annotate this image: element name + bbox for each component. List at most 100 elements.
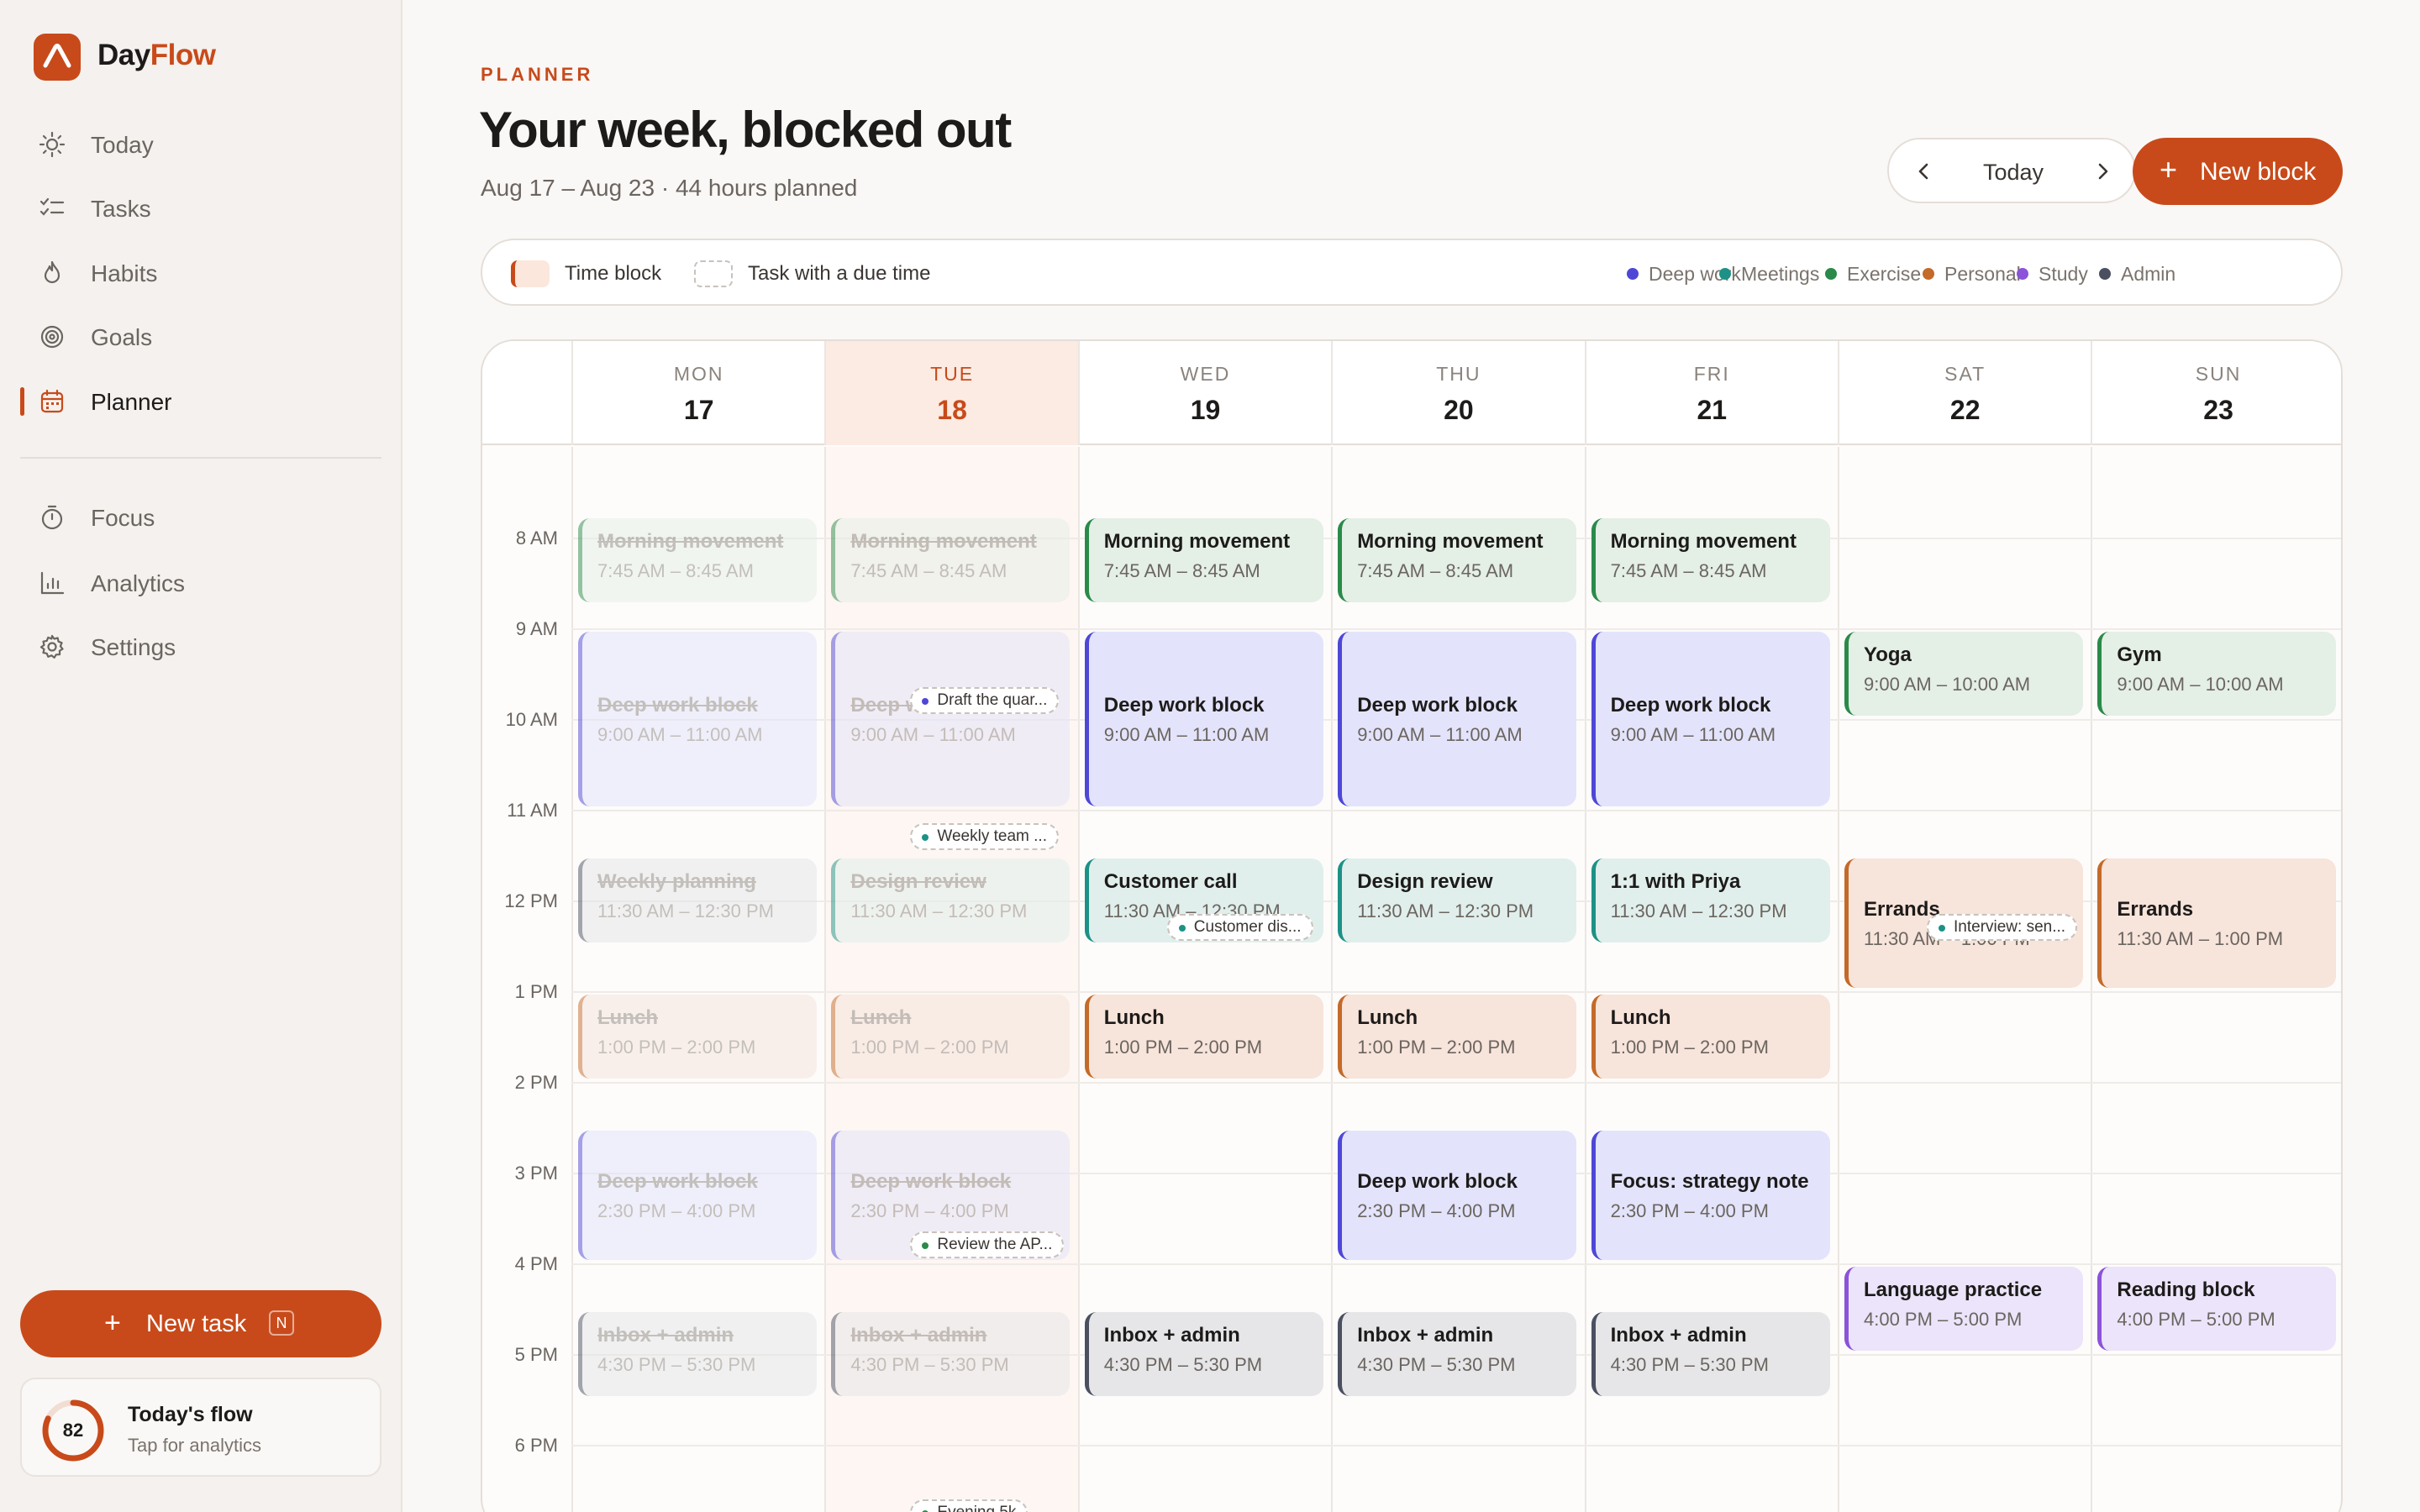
- block-time: 4:30 PM – 5:30 PM: [1103, 1354, 1263, 1375]
- time-block[interactable]: Design review 11:30 AM – 12:30 PM: [1338, 858, 1577, 942]
- block-time: 2:30 PM – 4:00 PM: [850, 1200, 1009, 1221]
- task-pill[interactable]: Review the AP...: [910, 1231, 1065, 1259]
- sidebar: DayFlow Today Tasks Habits Goals Planner…: [0, 0, 402, 1512]
- category-dot: [1719, 268, 1731, 280]
- day-name: TUE: [930, 363, 975, 385]
- time-block[interactable]: Morning movement 7:45 AM – 8:45 AM: [1084, 518, 1323, 602]
- time-block[interactable]: Lunch 1:00 PM – 2:00 PM: [1338, 995, 1577, 1079]
- nav-goals[interactable]: Goals: [20, 311, 381, 363]
- nav-tasks[interactable]: Tasks: [20, 182, 381, 234]
- time-block[interactable]: Deep work block 2:30 PM – 4:00 PM: [578, 1131, 817, 1260]
- legend-task: Task with a due time: [748, 262, 931, 285]
- task-label: Draft the quar...: [937, 691, 1048, 710]
- nav-label: Focus: [91, 505, 155, 531]
- nav-planner[interactable]: Planner: [20, 375, 381, 428]
- time-block[interactable]: Morning movement 7:45 AM – 8:45 AM: [831, 518, 1071, 602]
- time-block[interactable]: Design review 11:30 AM – 12:30 PM: [831, 858, 1071, 942]
- day-header[interactable]: MON 17: [571, 341, 824, 445]
- block-time: 7:45 AM – 8:45 AM: [1103, 560, 1260, 581]
- new-task-button[interactable]: + New task N: [20, 1290, 381, 1357]
- day-header[interactable]: FRI 21: [1584, 341, 1838, 445]
- task-dot: [922, 1242, 929, 1250]
- day-header[interactable]: WED 19: [1077, 341, 1331, 445]
- block-time: 9:00 AM – 11:00 AM: [1103, 724, 1270, 745]
- time-block[interactable]: Lunch 1:00 PM – 2:00 PM: [578, 995, 817, 1079]
- time-block[interactable]: Weekly planning 11:30 AM – 12:30 PM: [578, 858, 817, 942]
- block-title: Focus: strategy note: [1610, 1170, 1809, 1193]
- plus-icon: +: [104, 1307, 121, 1339]
- day-name: FRI: [1693, 363, 1730, 385]
- time-block[interactable]: Inbox + admin 4:30 PM – 5:30 PM: [1084, 1312, 1323, 1396]
- legend-category: Study: [2017, 263, 2088, 286]
- page-title: Your week, blocked out: [479, 102, 1012, 158]
- time-block[interactable]: Morning movement 7:45 AM – 8:45 AM: [1338, 518, 1577, 602]
- time-block[interactable]: Deep work block 2:30 PM – 4:00 PM: [1338, 1131, 1577, 1260]
- time-block[interactable]: Inbox + admin 4:30 PM – 5:30 PM: [578, 1312, 817, 1396]
- shortcut-key: N: [269, 1310, 294, 1336]
- block-title: Reading block: [2117, 1278, 2255, 1301]
- task-pill[interactable]: Weekly team ...: [910, 823, 1059, 851]
- time-block[interactable]: Deep work block9:00 AM – 11:00 AM: [578, 632, 817, 806]
- calendar-header: MON 17 TUE 18 WED 19 THU 20 FRI 21 SAT 22 SUN 23: [482, 341, 2341, 445]
- new-block-button[interactable]: + New block: [2133, 138, 2343, 205]
- time-block[interactable]: Deep work block9:00 AM – 11:00 AM: [1084, 632, 1323, 806]
- time-block[interactable]: Inbox + admin 4:30 PM – 5:30 PM: [1591, 1312, 1830, 1396]
- calendar-icon: [40, 389, 64, 413]
- day-date: 17: [683, 395, 714, 425]
- nav-analytics[interactable]: Analytics: [20, 557, 381, 609]
- block-time: 4:30 PM – 5:30 PM: [597, 1354, 756, 1375]
- nav-habits[interactable]: Habits: [20, 247, 381, 299]
- task-label: Review the AP...: [937, 1236, 1053, 1254]
- hour-label: 3 PM: [514, 1163, 558, 1184]
- time-block[interactable]: Gym 9:00 AM – 10:00 AM: [2097, 632, 2337, 716]
- block-title: Gym: [2117, 643, 2162, 666]
- task-label: Weekly team ...: [937, 827, 1047, 846]
- time-block[interactable]: Inbox + admin 4:30 PM – 5:30 PM: [831, 1312, 1071, 1396]
- block-time: 7:45 AM – 8:45 AM: [1610, 560, 1767, 581]
- day-header[interactable]: THU 20: [1331, 341, 1584, 445]
- category-dot: [1627, 268, 1639, 280]
- hour-line: [571, 810, 2341, 811]
- time-block[interactable]: Deep work block9:00 AM – 11:00 AM: [1591, 632, 1830, 806]
- time-block[interactable]: Lunch 1:00 PM – 2:00 PM: [831, 995, 1071, 1079]
- todays-flow-card[interactable]: 82 Today's flow Tap for analytics: [20, 1378, 381, 1477]
- hour-label: 8 AM: [515, 528, 558, 549]
- task-pill[interactable]: Draft the quar...: [910, 687, 1060, 715]
- new-task-label: New task: [146, 1310, 247, 1337]
- time-block[interactable]: Language practice 4:00 PM – 5:00 PM: [1844, 1267, 2083, 1351]
- task-pill[interactable]: Interview: sen...: [1927, 914, 2078, 942]
- block-time: 4:30 PM – 5:30 PM: [1610, 1354, 1769, 1375]
- time-block[interactable]: Lunch 1:00 PM – 2:00 PM: [1084, 995, 1323, 1079]
- day-name: THU: [1436, 363, 1481, 385]
- time-block[interactable]: Yoga 9:00 AM – 10:00 AM: [1844, 632, 2083, 716]
- task-dot: [922, 834, 929, 842]
- time-block[interactable]: Morning movement 7:45 AM – 8:45 AM: [578, 518, 817, 602]
- time-block[interactable]: Inbox + admin 4:30 PM – 5:30 PM: [1338, 1312, 1577, 1396]
- nav-focus[interactable]: Focus: [20, 491, 381, 543]
- chevron-right-icon[interactable]: [2087, 156, 2118, 186]
- task-pill[interactable]: Customer dis...: [1166, 914, 1313, 942]
- day-date: 23: [2203, 395, 2233, 425]
- nav-label: Tasks: [91, 196, 151, 222]
- time-block[interactable]: Deep work block9:00 AM – 11:00 AM: [1338, 632, 1577, 806]
- nav-today[interactable]: Today: [20, 118, 381, 171]
- time-block[interactable]: Focus: strategy note 2:30 PM – 4:00 PM: [1591, 1131, 1830, 1260]
- nav-label: Today: [91, 132, 154, 158]
- hour-line: [571, 1445, 2341, 1446]
- time-block[interactable]: Errands 11:30 AM – 1:00 PM: [2097, 858, 2337, 988]
- hour-label: 4 PM: [514, 1253, 558, 1274]
- hour-line: [571, 1263, 2341, 1265]
- day-header[interactable]: TUE 18: [824, 341, 1078, 445]
- day-header[interactable]: SAT 22: [1838, 341, 2091, 445]
- day-date: 22: [1949, 395, 1981, 425]
- task-pill[interactable]: Evening 5k: [910, 1499, 1028, 1512]
- time-block[interactable]: Deep work block9:00 AM – 11:00 AM: [831, 632, 1071, 806]
- time-block[interactable]: Lunch 1:00 PM – 2:00 PM: [1591, 995, 1830, 1079]
- nav-settings[interactable]: Settings: [20, 621, 381, 673]
- day-header[interactable]: SUN 23: [2091, 341, 2341, 445]
- time-block[interactable]: Reading block 4:00 PM – 5:00 PM: [2097, 1267, 2337, 1351]
- hour-label: 2 PM: [514, 1072, 558, 1093]
- time-block[interactable]: 1:1 with Priya 11:30 AM – 12:30 PM: [1591, 858, 1830, 942]
- flow-subtitle: Tap for analytics: [128, 1435, 261, 1456]
- time-block[interactable]: Morning movement 7:45 AM – 8:45 AM: [1591, 518, 1830, 602]
